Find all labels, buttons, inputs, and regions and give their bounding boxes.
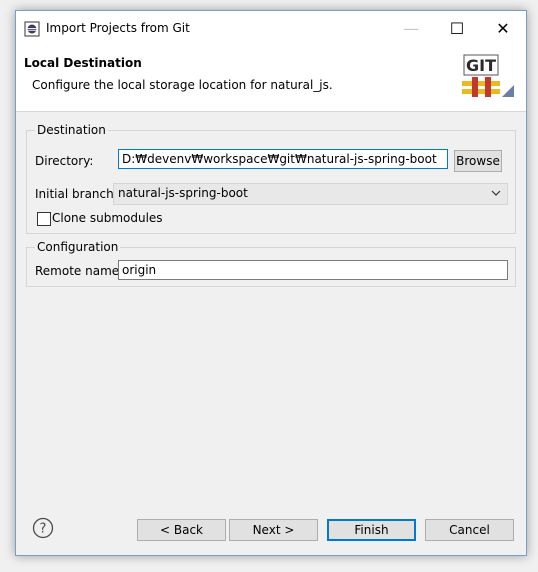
- directory-label: Directory:: [35, 154, 94, 168]
- title-bar: Import Projects from Git — ☐ ✕: [16, 11, 526, 47]
- clone-submodules-checkbox[interactable]: [37, 212, 51, 226]
- help-icon[interactable]: ?: [32, 517, 54, 539]
- minimize-icon: —: [403, 19, 419, 38]
- maximize-icon: ☐: [449, 19, 465, 38]
- remote-name-input[interactable]: origin: [118, 260, 508, 280]
- cancel-button[interactable]: Cancel: [425, 519, 514, 541]
- configuration-legend: Configuration: [35, 240, 121, 254]
- configuration-group: Configuration Remote name: origin: [26, 240, 516, 287]
- eclipse-app-icon: [24, 21, 40, 37]
- remote-name-label: Remote name:: [35, 264, 124, 278]
- maximize-button[interactable]: ☐: [434, 11, 480, 47]
- clone-submodules-label: Clone submodules: [52, 211, 163, 225]
- initial-branch-select[interactable]: natural-js-spring-boot: [113, 183, 508, 205]
- git-logo-icon: GIT: [462, 54, 514, 97]
- page-description: Configure the local storage location for…: [32, 78, 333, 92]
- chevron-down-icon: [491, 190, 501, 196]
- destination-legend: Destination: [35, 123, 108, 137]
- help-symbol: ?: [40, 522, 47, 537]
- directory-input[interactable]: D:₩devenv₩workspace₩git₩natural-js-sprin…: [118, 149, 448, 169]
- minimize-button[interactable]: —: [388, 11, 434, 47]
- window-title: Import Projects from Git: [46, 21, 190, 35]
- initial-branch-value: natural-js-spring-boot: [118, 186, 248, 200]
- close-icon: ✕: [496, 19, 510, 38]
- next-button[interactable]: Next >: [229, 519, 318, 541]
- close-button[interactable]: ✕: [480, 11, 526, 47]
- browse-button[interactable]: Browse: [454, 150, 502, 172]
- page-title: Local Destination: [24, 56, 142, 70]
- finish-button[interactable]: Finish: [327, 519, 416, 541]
- import-projects-dialog: Import Projects from Git — ☐ ✕ Local Des…: [15, 10, 527, 556]
- wizard-header: Local Destination Configure the local st…: [16, 47, 526, 112]
- destination-group: Destination Directory: D:₩devenv₩workspa…: [26, 123, 516, 234]
- back-button[interactable]: < Back: [137, 519, 226, 541]
- initial-branch-label: Initial branch:: [35, 187, 118, 201]
- git-logo-text: GIT: [466, 56, 496, 75]
